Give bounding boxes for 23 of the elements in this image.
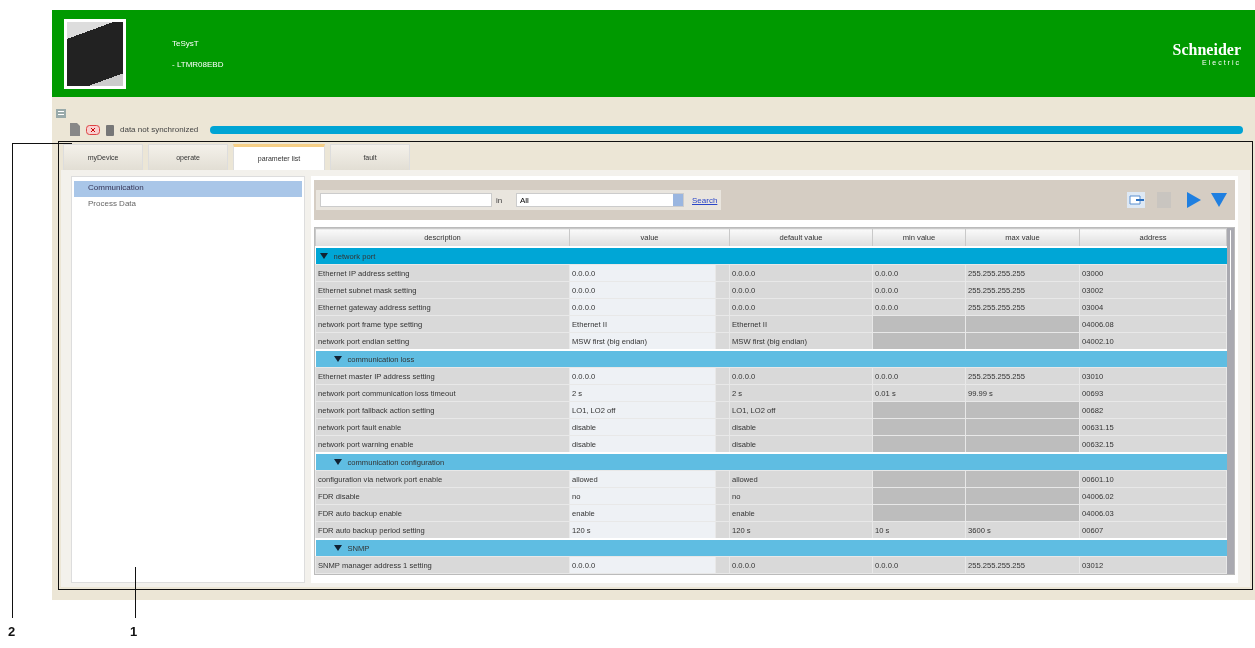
expanded-icon bbox=[333, 355, 342, 363]
sync-status-text: data not synchronized bbox=[120, 125, 199, 134]
tree-item[interactable]: Communication bbox=[74, 181, 302, 197]
list-icon[interactable] bbox=[56, 108, 66, 118]
expanded-icon bbox=[333, 458, 342, 466]
callout-number: 1 bbox=[130, 624, 138, 639]
search-in-label: in bbox=[496, 195, 504, 205]
export-icon[interactable] bbox=[1127, 192, 1145, 208]
disconnected-icon[interactable] bbox=[86, 124, 100, 135]
callout-number: 2 bbox=[8, 624, 16, 639]
device-photo-placeholder bbox=[64, 18, 126, 89]
expanded-icon bbox=[333, 544, 342, 552]
tree-item[interactable]: Process Data bbox=[74, 197, 302, 213]
search-field[interactable] bbox=[320, 193, 492, 207]
scrollbar[interactable] bbox=[1227, 228, 1234, 574]
scope-dropdown[interactable]: All bbox=[516, 193, 684, 207]
device-name: TeSysT bbox=[172, 38, 200, 48]
play-icon[interactable] bbox=[1187, 192, 1201, 208]
document-icon[interactable] bbox=[70, 123, 80, 136]
expanded-icon bbox=[319, 252, 328, 260]
device-reference: - LTMR08EBD bbox=[172, 59, 224, 69]
search-link[interactable]: Search bbox=[692, 195, 718, 205]
expand-down-icon[interactable] bbox=[1211, 193, 1227, 207]
